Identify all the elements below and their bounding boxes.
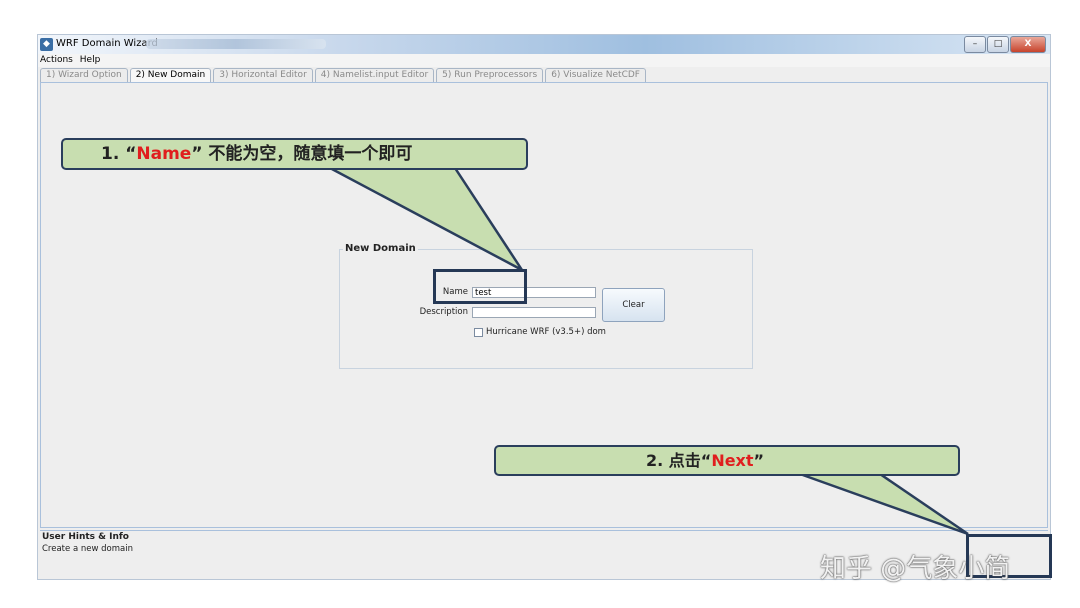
callout2-highlight: Next — [711, 451, 754, 470]
annotation-pointers — [329, 166, 969, 536]
name-highlight-box — [433, 269, 527, 304]
callout2-pointer — [799, 472, 969, 536]
callout2-suffix: ” — [753, 451, 765, 470]
callout1-prefix: 1. “ — [101, 144, 137, 164]
annotation-callout-next: 2. 点击“Next” — [494, 445, 960, 476]
callout1-highlight: Name — [136, 144, 192, 164]
callout1-pointer — [329, 166, 524, 272]
annotation-callout-name: 1. “Name” 不能为空，随意填一个即可 — [61, 138, 528, 170]
callout2-prefix: 2. 点击“ — [646, 451, 712, 470]
callout1-suffix: ” 不能为空，随意填一个即可 — [191, 144, 413, 164]
zhihu-watermark: 知乎 @气象小简 — [820, 554, 1011, 584]
